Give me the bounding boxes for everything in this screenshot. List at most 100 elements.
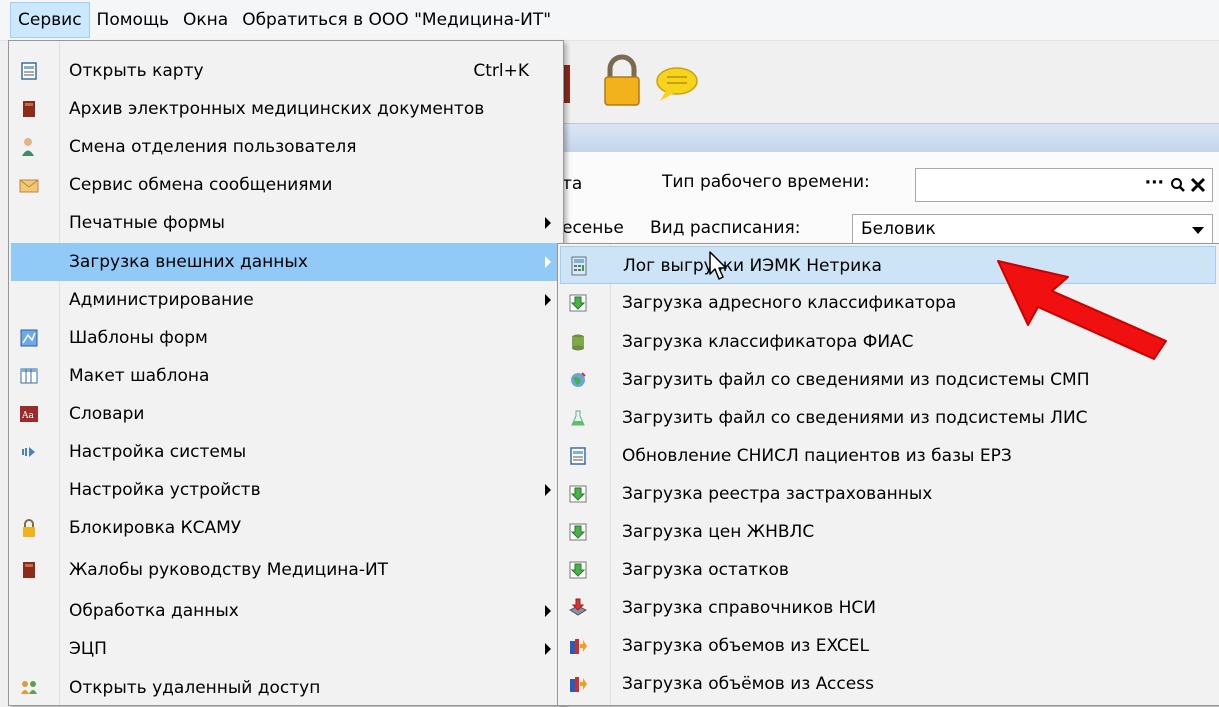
menu-contact[interactable]: Обратиться в ООО "Медицина-ИТ" xyxy=(235,2,558,38)
panel-header xyxy=(560,123,1219,153)
menu-service[interactable]: Сервис xyxy=(10,2,90,38)
work-time-field[interactable]: ··· xyxy=(915,168,1213,202)
work-time-label: Тип рабочего времени: xyxy=(662,172,870,192)
menu-windows[interactable]: Окна xyxy=(176,2,235,38)
mouse-cursor-icon xyxy=(709,251,727,280)
download-green-icon xyxy=(569,485,587,503)
message-toolbar-icon[interactable] xyxy=(652,51,702,111)
menu-item-label: Загрузить файл со сведениями из подсисте… xyxy=(622,408,1088,428)
more-button[interactable]: ··· xyxy=(1145,173,1164,193)
menu-item-eds[interactable]: ЭЦП xyxy=(11,630,559,668)
submenu-arrow-icon xyxy=(545,484,551,496)
flask-icon xyxy=(571,410,585,426)
menu-item-template-layout[interactable]: Макет шаблона xyxy=(11,357,559,395)
document-icon xyxy=(570,447,586,465)
menu-item-label: Лог выгрузки ИЭМК Нетрика xyxy=(623,256,882,276)
red-arrow-annotation-icon xyxy=(997,260,1167,360)
menu-item-snils-update[interactable]: Обновление СНИСЛ пациентов из базы ЕРЗ xyxy=(560,437,1216,475)
menu-item-label: Загрузка цен ЖНВЛС xyxy=(622,522,815,542)
schedule-select[interactable]: Беловик xyxy=(852,214,1213,246)
menu-item-nsi-references[interactable]: Загрузка справочников НСИ xyxy=(560,589,1216,627)
form-templates-icon xyxy=(20,329,38,347)
menu-item-label: Загрузить файл со сведениями из подсисте… xyxy=(622,370,1090,390)
menu-item-label: Блокировка КСАМУ xyxy=(69,518,242,538)
menu-item-stock-remains[interactable]: Загрузка остатков xyxy=(560,551,1216,589)
excel-import-icon xyxy=(570,639,587,654)
menu-bar: Сервис Помощь Окна Обратиться в ООО "Мед… xyxy=(0,0,1219,41)
menu-item-smp-file[interactable]: Загрузить файл со сведениями из подсисте… xyxy=(560,361,1216,399)
shortcut-label: Ctrl+K xyxy=(473,61,529,81)
submenu-arrow-icon xyxy=(545,256,551,268)
database-icon xyxy=(572,334,584,351)
svg-text:Aa: Aa xyxy=(21,411,34,421)
menu-item-label: Загрузка классификатора ФИАС xyxy=(622,332,914,352)
menu-item-insured-registry[interactable]: Загрузка реестра застрахованных xyxy=(560,475,1216,513)
clear-icon[interactable] xyxy=(1190,177,1206,193)
menu-item-label: Настройка системы xyxy=(69,442,247,462)
menu-item-dictionaries[interactable]: Aa Словари xyxy=(11,395,559,433)
open-card-icon xyxy=(21,62,37,80)
dictionary-icon: Aa xyxy=(20,406,38,422)
menu-item-label: ЭЦП xyxy=(69,639,107,659)
schedule-label: Вид расписания: xyxy=(650,218,801,238)
download-green-icon xyxy=(569,561,587,579)
submenu-arrow-icon xyxy=(545,643,551,655)
download-green-icon xyxy=(569,523,587,541)
menu-item-form-templates[interactable]: Шаблоны форм xyxy=(11,319,559,357)
menu-item-print-forms[interactable]: Печатные формы xyxy=(11,204,559,242)
menu-item-label: Смена отделения пользователя xyxy=(69,137,357,157)
menu-help[interactable]: Помощь xyxy=(90,2,176,38)
menu-item-lis-file[interactable]: Загрузить файл со сведениями из подсисте… xyxy=(560,399,1216,437)
search-icon[interactable] xyxy=(1170,177,1186,193)
system-settings-icon xyxy=(22,447,35,457)
envelope-icon xyxy=(19,179,39,193)
menu-item-access-volumes[interactable]: Загрузка объёмов из Access xyxy=(560,665,1216,703)
menu-item-device-settings[interactable]: Настройка устройств xyxy=(11,471,559,509)
menu-item-ksamu-lock[interactable]: Блокировка КСАМУ xyxy=(11,509,559,547)
menu-item-label: Загрузка справочников НСИ xyxy=(622,598,876,618)
menu-item-complaints[interactable]: Жалобы руководству Медицина-ИТ xyxy=(11,551,559,589)
menu-item-label: Загрузка остатков xyxy=(622,560,789,580)
menu-item-remote-access[interactable]: Открыть удаленный доступ xyxy=(11,669,559,707)
submenu-arrow-icon xyxy=(545,294,551,306)
label-fragment: та xyxy=(562,174,583,194)
menu-item-label: Открыть карту xyxy=(69,61,204,81)
user-change-icon xyxy=(22,138,34,156)
menu-item-label: Загрузка внешних данных xyxy=(69,252,308,272)
menu-item-excel-volumes[interactable]: Загрузка объемов из EXCEL xyxy=(560,627,1216,665)
menu-item-zhnvls-prices[interactable]: Загрузка цен ЖНВЛС xyxy=(560,513,1216,551)
schedule-value: Беловик xyxy=(861,219,936,239)
chevron-down-icon[interactable] xyxy=(1192,227,1204,234)
menu-item-label: Обработка данных xyxy=(69,601,239,621)
archive-book-icon xyxy=(23,101,35,117)
menu-item-label: Шаблоны форм xyxy=(69,328,208,348)
submenu-arrow-icon xyxy=(545,217,551,229)
menu-item-label: Открыть удаленный доступ xyxy=(69,678,321,698)
grid-layout-icon xyxy=(20,368,38,384)
menu-item-label: Словари xyxy=(69,404,145,424)
menu-item-change-department[interactable]: Смена отделения пользователя xyxy=(11,128,559,166)
menu-item-data-processing[interactable]: Обработка данных xyxy=(11,592,559,630)
submenu-arrow-icon xyxy=(545,605,551,617)
menu-item-archive[interactable]: Архив электронных медицинских документов xyxy=(11,90,559,128)
download-green-icon xyxy=(569,294,587,312)
menu-item-administration[interactable]: Администрирование xyxy=(11,281,559,319)
menu-item-messaging[interactable]: Сервис обмена сообщениями xyxy=(11,166,559,204)
lock-icon xyxy=(23,519,35,537)
menu-item-label: Сервис обмена сообщениями xyxy=(69,175,333,195)
menu-item-external-data[interactable]: Загрузка внешних данных xyxy=(11,243,559,281)
menu-item-label: Загрузка реестра застрахованных xyxy=(622,484,933,504)
globe-icon xyxy=(571,372,586,387)
menu-item-open-card[interactable]: Открыть карту Ctrl+K xyxy=(11,52,559,90)
menu-item-label: Загрузка адресного классификатора xyxy=(622,293,957,313)
toolbar xyxy=(550,41,1219,123)
menu-item-label: Обновление СНИСЛ пациентов из базы ЕРЗ xyxy=(622,446,1012,466)
lock-toolbar-icon[interactable] xyxy=(600,51,644,111)
book-icon xyxy=(23,562,35,578)
menu-item-label: Загрузка объёмов из Access xyxy=(622,674,874,694)
remote-access-icon xyxy=(21,681,37,694)
menu-item-system-settings[interactable]: Настройка системы xyxy=(11,433,559,471)
menu-item-label: Печатные формы xyxy=(69,213,225,233)
calculator-icon xyxy=(571,256,587,276)
access-import-icon xyxy=(570,677,587,692)
